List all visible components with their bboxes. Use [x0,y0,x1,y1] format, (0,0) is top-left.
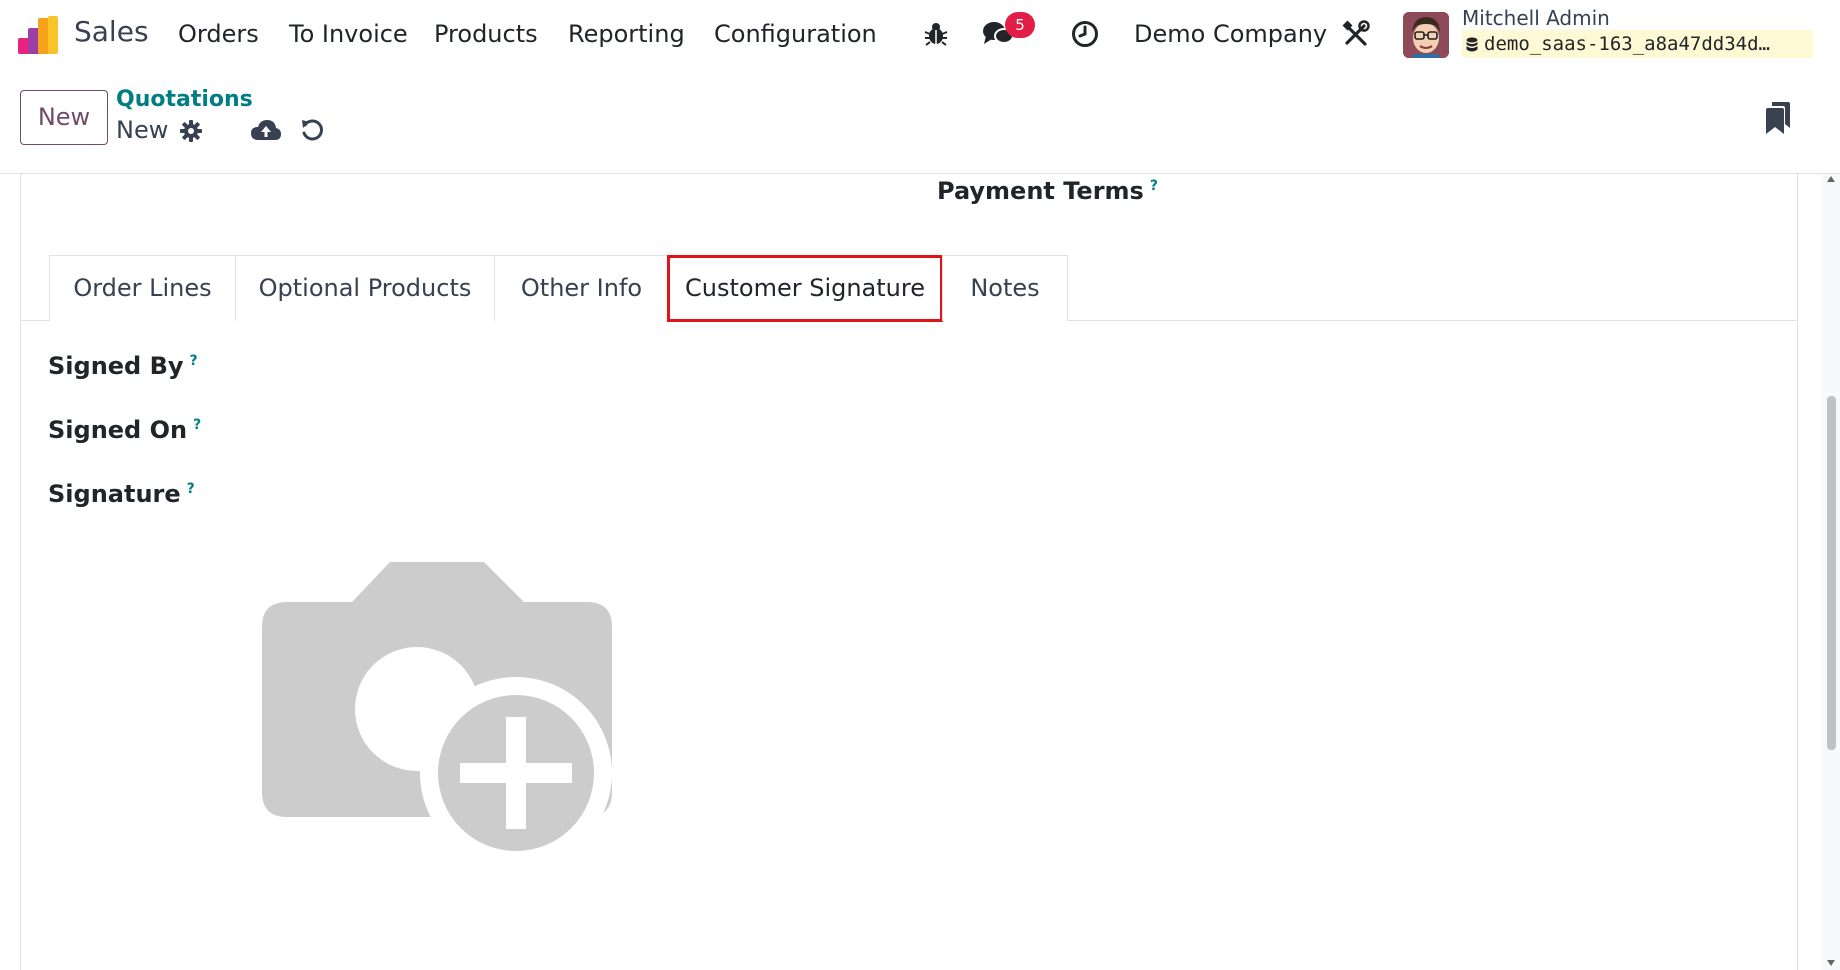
signed-on-help[interactable]: ? [193,417,201,433]
top-navbar: Sales Orders To Invoice Products Reporti… [0,0,1840,70]
tab-other-info[interactable]: Other Info [494,255,669,321]
payment-terms-help[interactable]: ? [1150,178,1158,194]
company-switcher[interactable]: Demo Company [1134,19,1327,49]
breadcrumb-current: New [116,116,169,144]
signature-label: Signature? [48,480,195,508]
signed-on-label: Signed On? [48,416,201,444]
breadcrumb-quotations[interactable]: Quotations [116,87,253,112]
app-name[interactable]: Sales [74,17,149,47]
menu-reporting[interactable]: Reporting [568,19,685,49]
scroll-down-arrow-icon[interactable] [1827,960,1835,966]
sales-app-logo-icon[interactable] [18,16,60,54]
menu-configuration[interactable]: Configuration [714,19,877,49]
signature-label-text: Signature [48,480,181,508]
tab-customer-signature[interactable]: Customer Signature [667,255,943,322]
database-icon [1466,37,1478,52]
settings-tools-icon[interactable] [1340,18,1372,50]
user-name[interactable]: Mitchell Admin [1462,6,1610,30]
tab-notes[interactable]: Notes [942,255,1068,321]
new-button[interactable]: New [20,90,108,145]
bookmark-icon[interactable] [1762,100,1792,136]
control-panel: New Quotations New [0,70,1840,174]
user-avatar[interactable] [1403,12,1449,58]
gear-icon[interactable] [178,118,204,144]
debug-bug-icon[interactable] [920,18,952,50]
discard-undo-icon[interactable] [298,116,326,144]
menu-orders[interactable]: Orders [178,19,259,49]
database-name: demo_saas-163_a8a47dd34d… [1462,30,1813,58]
scrollbar-thumb[interactable] [1827,396,1836,750]
signed-by-label: Signed By? [48,352,198,380]
signature-help[interactable]: ? [187,481,195,497]
menu-products[interactable]: Products [434,19,538,49]
signature-placeholder-camera-add-icon[interactable] [262,557,618,869]
signed-on-label-text: Signed On [48,416,188,444]
scroll-up-arrow-icon[interactable] [1827,176,1835,182]
database-name-text: demo_saas-163_a8a47dd34d… [1484,33,1770,55]
signed-by-help[interactable]: ? [190,353,198,369]
tab-order-lines[interactable]: Order Lines [49,255,236,321]
save-cloud-icon[interactable] [250,116,282,144]
tab-optional-products[interactable]: Optional Products [235,255,495,321]
vertical-scrollbar[interactable] [1822,174,1840,970]
payment-terms-label: Payment Terms? [937,177,1158,205]
signed-by-label-text: Signed By [48,352,184,380]
menu-to-invoice[interactable]: To Invoice [289,19,408,49]
activity-clock-icon[interactable] [1069,18,1101,50]
messages-count-badge: 5 [1005,12,1035,38]
payment-terms-label-text: Payment Terms [937,177,1144,205]
